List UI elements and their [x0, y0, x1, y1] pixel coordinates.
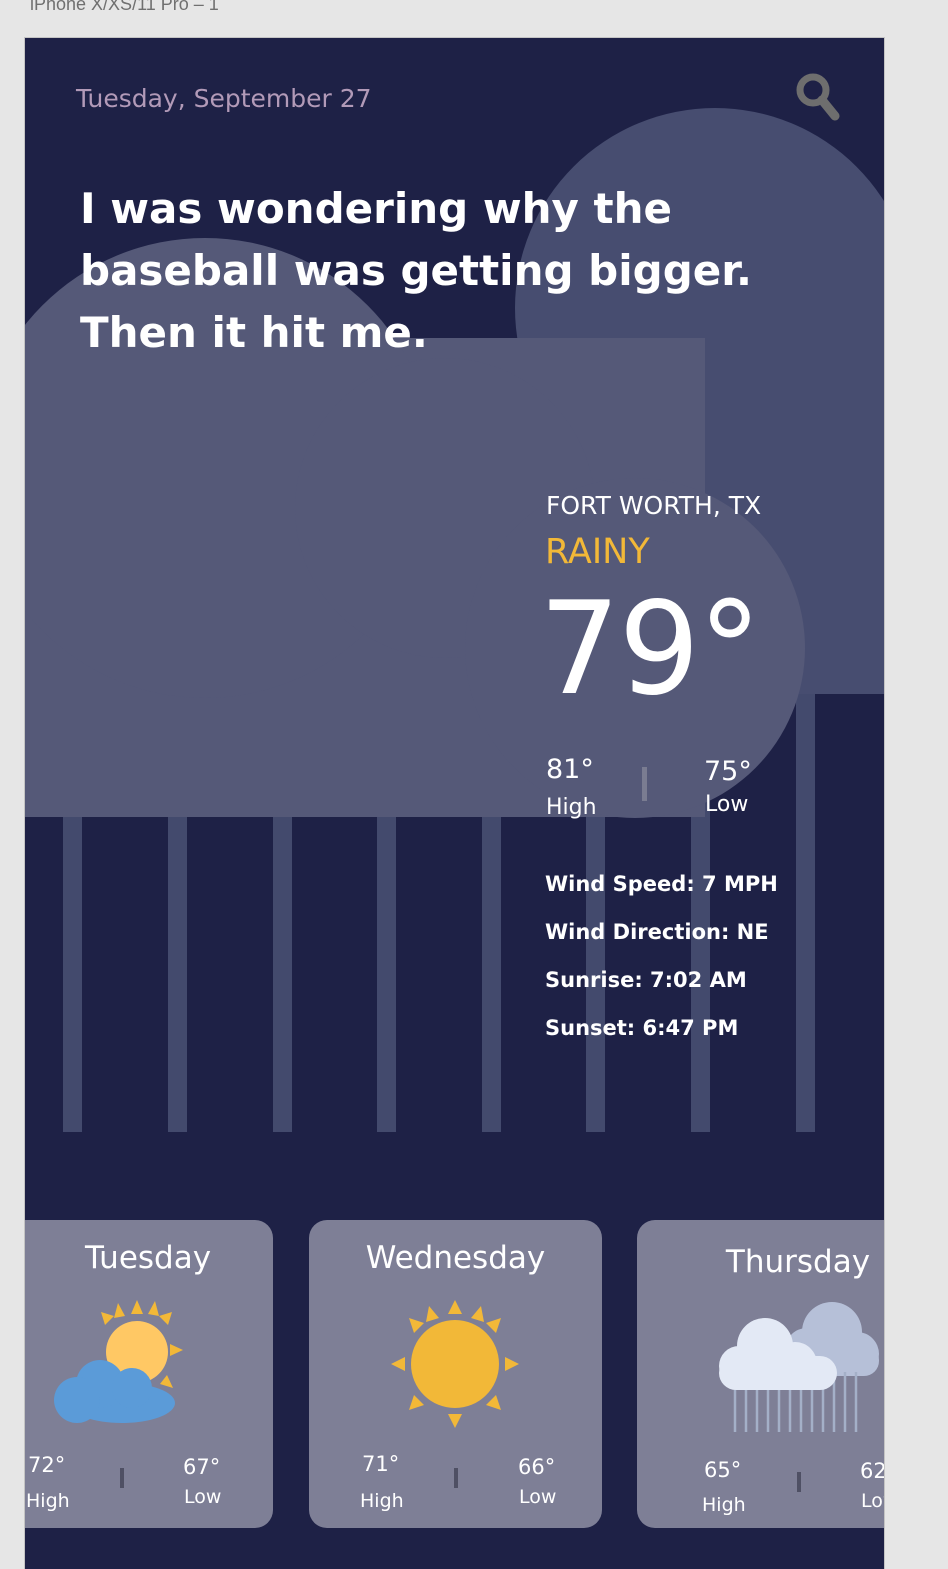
forecast-high-value: 71°: [362, 1452, 400, 1476]
forecast-low-label: Low: [184, 1486, 222, 1508]
weather-condition: RAINY: [545, 532, 650, 572]
wind-direction: Wind Direction: NE: [545, 920, 769, 944]
today-high-value: 81°: [546, 754, 594, 785]
forecast-high-label: High: [26, 1490, 70, 1512]
forecast-day-label: Thursday: [725, 1244, 871, 1280]
forecast-high-value: 72°: [28, 1453, 66, 1477]
forecast-low-label: Low: [861, 1490, 884, 1512]
current-date: Tuesday, September 27: [76, 84, 372, 113]
sunrise-time: Sunrise: 7:02 AM: [545, 968, 747, 992]
forecast-high-label: High: [360, 1490, 404, 1512]
forecast-high-value: 65°: [704, 1458, 742, 1482]
forecast-high-label: High: [702, 1494, 746, 1516]
forecast-low-value: 67°: [183, 1455, 221, 1479]
wind-speed: Wind Speed: 7 MPH: [545, 872, 778, 896]
current-temperature: 79°: [539, 575, 762, 724]
joke-line-2: baseball was getting bigger.: [80, 246, 752, 295]
location-label: FORT WORTH, TX: [546, 491, 762, 520]
today-low-value: 75°: [704, 756, 752, 787]
joke-line-3: Then it hit me.: [80, 308, 428, 357]
forecast-card-wednesday[interactable]: Wednesday 71° High 66° Low: [309, 1220, 602, 1528]
sunset-time: Sunset: 6:47 PM: [545, 1016, 739, 1040]
high-low-divider: [642, 767, 647, 801]
today-low-label: Low: [705, 792, 749, 817]
search-icon[interactable]: [795, 72, 841, 122]
weather-screen: Tuesday, September 27 I was wondering wh…: [24, 37, 885, 1569]
forecast-card-tuesday[interactable]: Tuesday 72° High 67° Low: [25, 1220, 273, 1528]
forecast-divider: [120, 1468, 124, 1488]
forecast-day-label: Tuesday: [84, 1240, 212, 1276]
today-high-label: High: [546, 795, 597, 820]
joke-text: I was wondering why the baseball was get…: [80, 178, 780, 364]
forecast-card-thursday[interactable]: Thursday 65° High 6 Lo: [637, 1220, 884, 1528]
weather-details: Wind Speed: 7 MPH Wind Direction: NE Sun…: [545, 868, 778, 1060]
forecast-day-label: Wednesday: [365, 1240, 546, 1276]
forecast-divider: [797, 1472, 801, 1492]
partly-cloudy-icon: [54, 1300, 183, 1423]
sun-icon: [391, 1300, 519, 1428]
forecast-divider: [454, 1468, 458, 1488]
joke-line-1: I was wondering why the: [80, 184, 672, 233]
rain-cloud-icon: [719, 1302, 879, 1432]
forecast-low-value: 66°: [518, 1455, 556, 1479]
artboard-label: iPhone X/XS/11 Pro – 1: [30, 0, 219, 14]
forecast-low-label: Low: [519, 1486, 557, 1508]
forecast-low-value: 62°: [860, 1459, 884, 1483]
